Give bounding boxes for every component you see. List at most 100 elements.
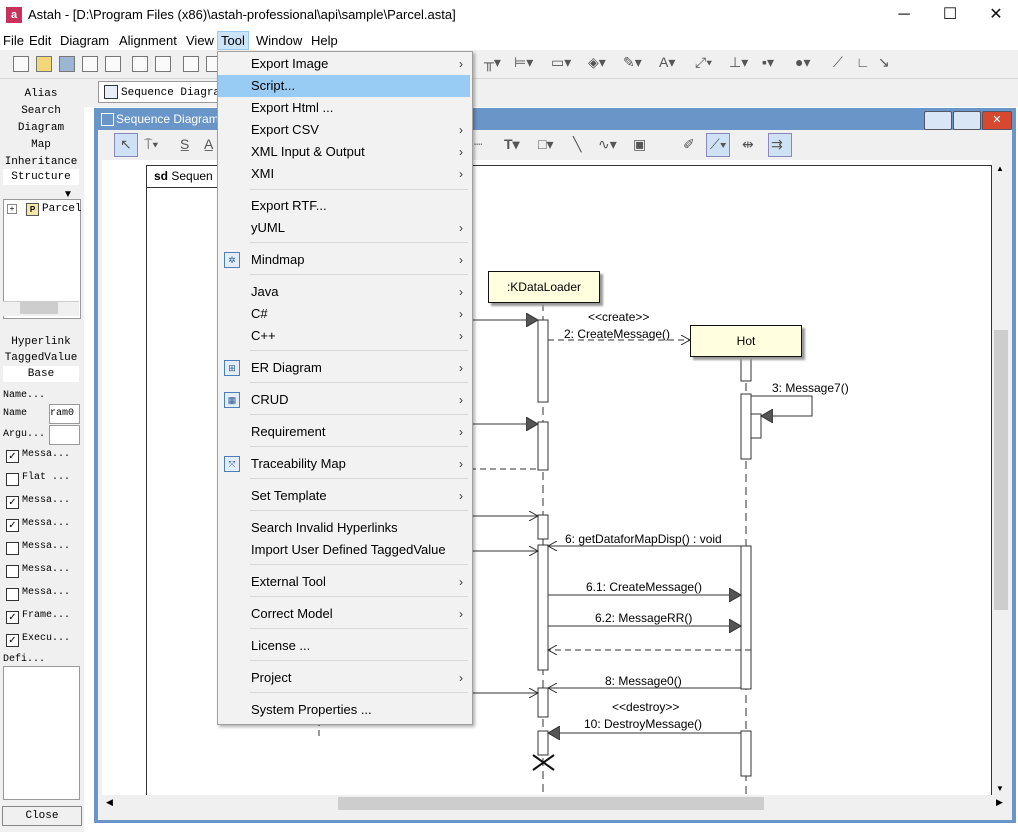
tool-menu-item-correct-model[interactable]: Correct Model › (218, 603, 470, 625)
menu-separator (250, 274, 468, 275)
tool-menu-item-search-invalid-hyperlinks[interactable]: Search Invalid Hyperlinks (218, 517, 470, 539)
message-8-label: 8: Message0() (605, 674, 682, 688)
sequence-diagram-drawing (318, 303, 813, 795)
submenu-arrow-icon: › (459, 145, 463, 159)
tool-menu-item-java[interactable]: Java › (218, 281, 470, 303)
submenu-arrow-icon: › (459, 285, 463, 299)
tool-menu-item-label: yUML (251, 220, 285, 235)
tool-menu-item-project[interactable]: Project › (218, 667, 470, 689)
tool-menu-item-label: Traceability Map (251, 456, 346, 471)
tool-menu-item-label: Project (251, 670, 292, 685)
tool-menu-item-label: XML Input & Output (251, 144, 365, 159)
tool-menu-item-label: Script... (251, 78, 296, 93)
tool-menu-item-export-csv[interactable]: Export CSV › (218, 119, 470, 141)
tool-menu-item-er-diagram[interactable]: ⊞ ER Diagram › (218, 357, 470, 379)
tool-menu-item-label: XMI (251, 166, 275, 181)
tool-menu-item-yuml[interactable]: yUML › (218, 217, 470, 239)
activation-bar (740, 393, 752, 460)
tool-menu-item-label: Correct Model (251, 606, 333, 621)
tool-menu-item-import-user-defined-taggedvalue[interactable]: Import User Defined TaggedValue (218, 539, 470, 561)
menu-separator (250, 478, 468, 479)
tool-menu-item-set-template[interactable]: Set Template › (218, 485, 470, 507)
tool-menu-item-label: License ... (251, 638, 311, 653)
submenu-arrow-icon: › (459, 253, 463, 267)
tool-menu-item-label: Set Template (251, 488, 327, 503)
activation-bar (740, 545, 752, 690)
activation-bar (537, 544, 549, 671)
tool-menu-item-label: Export CSV (251, 122, 319, 137)
tool-menu-item-label: System Properties ... (251, 702, 372, 717)
destroy-stereotype-label: <<destroy>> (612, 700, 680, 714)
tool-menu-item-label: Search Invalid Hyperlinks (251, 520, 398, 535)
tool-menu-item-export-image[interactable]: Export Image › (218, 53, 470, 75)
activation-bar (740, 730, 752, 777)
message-3-label: 3: Message7() (772, 381, 849, 395)
menu-separator (250, 660, 468, 661)
tool-menu-item-label: Export Html ... (251, 100, 334, 115)
menu-separator (250, 628, 468, 629)
submenu-arrow-icon: › (459, 57, 463, 71)
activation-bar (537, 687, 549, 718)
submenu-arrow-icon: › (459, 361, 463, 375)
tool-menu-item-label: External Tool (251, 574, 326, 589)
tool-menu-item-c[interactable]: C++ › (218, 325, 470, 347)
activation-bar (537, 319, 549, 403)
tool-menu-item-label: Mindmap (251, 252, 305, 267)
menu-separator (250, 242, 468, 243)
menu-separator (250, 596, 468, 597)
tool-menu-item-label: Import User Defined TaggedValue (251, 542, 446, 557)
activation-bar (750, 413, 762, 439)
tool-menu-item-xmi[interactable]: XMI › (218, 163, 470, 185)
submenu-arrow-icon: › (459, 123, 463, 137)
traceability-map-icon: ⤧ (224, 456, 240, 472)
tool-menu-item-label: Export RTF... (251, 198, 327, 213)
hot-lifeline-box[interactable]: Hot (690, 325, 802, 357)
menu-separator (250, 564, 468, 565)
activation-bar (537, 730, 549, 756)
tool-menu-item-traceability-map[interactable]: ⤧ Traceability Map › (218, 453, 470, 475)
tool-menu-item-requirement[interactable]: Requirement › (218, 421, 470, 443)
menu-separator (250, 510, 468, 511)
tool-menu-item-export-html[interactable]: Export Html ... (218, 97, 470, 119)
submenu-arrow-icon: › (459, 393, 463, 407)
menu-separator (250, 414, 468, 415)
message-2-label: 2: CreateMessage() (564, 327, 671, 341)
tool-menu-item-label: ER Diagram (251, 360, 322, 375)
tool-menu-item-external-tool[interactable]: External Tool › (218, 571, 470, 593)
submenu-arrow-icon: › (459, 307, 463, 321)
message-10-label: 10: DestroyMessage() (584, 717, 703, 731)
tool-menu-item-system-properties[interactable]: System Properties ... (218, 699, 470, 721)
tool-menu-item-c[interactable]: C# › (218, 303, 470, 325)
submenu-arrow-icon: › (459, 671, 463, 685)
menu-separator (250, 382, 468, 383)
tool-menu-item-script[interactable]: Script... (218, 75, 470, 97)
submenu-arrow-icon: › (459, 607, 463, 621)
tool-menu-item-license[interactable]: License ... (218, 635, 470, 657)
tool-menu-item-label: C++ (251, 328, 276, 343)
crud-icon: ▦ (224, 392, 240, 408)
tool-menu-item-crud[interactable]: ▦ CRUD › (218, 389, 470, 411)
message-6-label: 6: getDataforMapDisp() : void (565, 532, 722, 546)
message-6-1-label: 6.1: CreateMessage() (586, 580, 703, 594)
menu-separator (250, 446, 468, 447)
tool-menu-item-xml-input-output[interactable]: XML Input & Output › (218, 141, 470, 163)
submenu-arrow-icon: › (459, 221, 463, 235)
submenu-arrow-icon: › (459, 489, 463, 503)
menu-separator (250, 692, 468, 693)
activation-bar (537, 514, 549, 540)
tool-menu-item-label: Export Image (251, 56, 329, 71)
submenu-arrow-icon: › (459, 329, 463, 343)
menu-separator (250, 350, 468, 351)
tool-menu-item-label: CRUD (251, 392, 289, 407)
create-stereotype-label: <<create>> (588, 310, 650, 324)
tool-menu-item-export-rtf[interactable]: Export RTF... (218, 195, 470, 217)
kdataloader-lifeline-box[interactable]: :KDataLoader (488, 271, 600, 303)
tool-menu-item-label: Java (251, 284, 279, 299)
tool-menu-item-label: C# (251, 306, 268, 321)
tool-menu-item-label: Requirement (251, 424, 326, 439)
message-6-2-label: 6.2: MessageRR() (595, 611, 693, 625)
submenu-arrow-icon: › (459, 457, 463, 471)
submenu-arrow-icon: › (459, 167, 463, 181)
tool-menu-item-mindmap[interactable]: ✲ Mindmap › (218, 249, 470, 271)
er-diagram-icon: ⊞ (224, 360, 240, 376)
